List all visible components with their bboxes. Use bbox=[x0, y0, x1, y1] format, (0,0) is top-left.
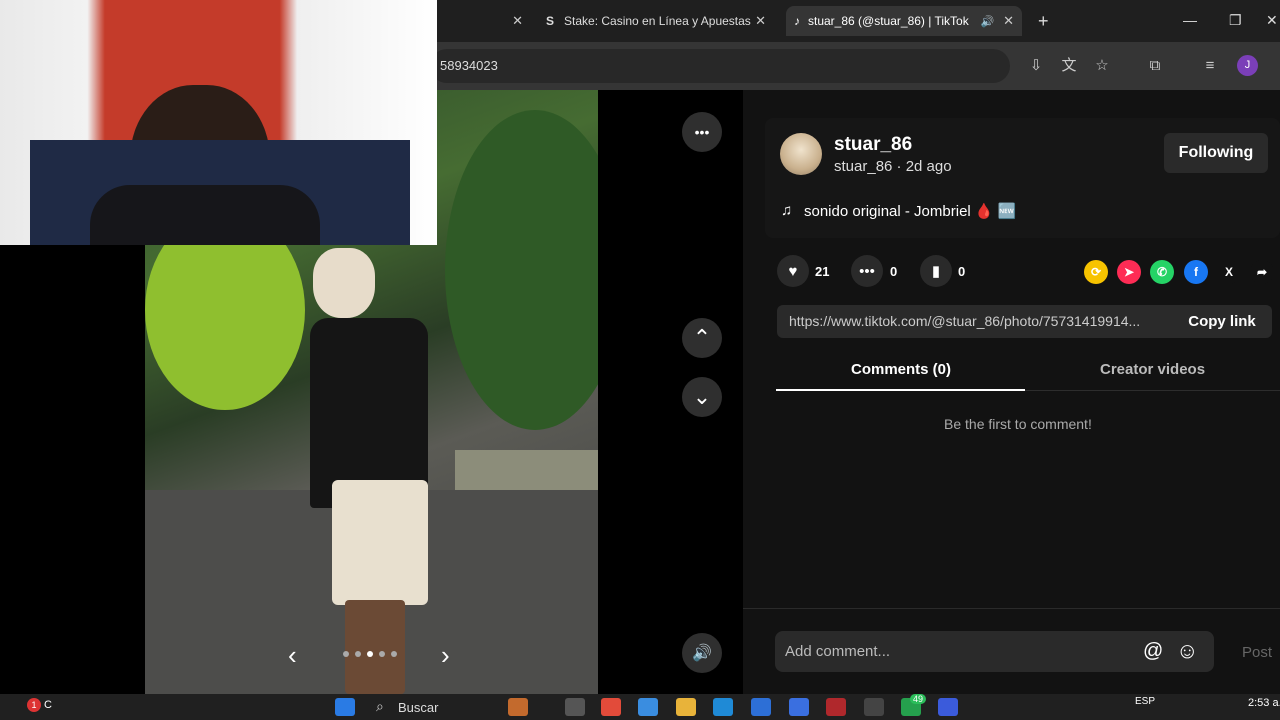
x-share-icon[interactable]: X bbox=[1217, 260, 1241, 284]
comment-bubble-icon: ••• bbox=[859, 262, 875, 280]
weather-label[interactable]: C bbox=[44, 699, 52, 711]
extensions-icon[interactable]: ⧉ bbox=[1145, 56, 1165, 76]
author-username[interactable]: stuar_86 bbox=[834, 134, 912, 156]
comment-button[interactable]: ••• bbox=[851, 255, 883, 287]
send-share-icon[interactable]: ➤ bbox=[1117, 260, 1141, 284]
slide-indicator bbox=[343, 651, 403, 661]
save-button[interactable]: ▮ bbox=[920, 255, 952, 287]
taskbar-app-icon[interactable] bbox=[565, 698, 585, 716]
translate-icon[interactable]: 文 bbox=[1059, 56, 1079, 76]
windows-taskbar: 1 C ⌕ Buscar 49 ESP 2:53 a. bbox=[0, 694, 1280, 720]
prev-slide-icon[interactable]: ‹ bbox=[288, 640, 297, 671]
more-share-share-icon[interactable]: ➦ bbox=[1250, 260, 1274, 284]
heart-icon: ♥ bbox=[788, 262, 798, 280]
author-avatar[interactable] bbox=[780, 133, 822, 175]
new-tab-button[interactable]: + bbox=[1030, 6, 1060, 36]
taskbar-app-icon[interactable] bbox=[638, 698, 658, 716]
tab-close-icon[interactable]: ✕ bbox=[1003, 13, 1014, 29]
taskbar-search-icon[interactable]: ⌕ bbox=[376, 698, 384, 715]
taskbar-app-icon[interactable] bbox=[864, 698, 884, 716]
taskbar-app-icon[interactable] bbox=[789, 698, 809, 716]
like-count: 21 bbox=[815, 264, 830, 279]
media-control-icon[interactable]: ≡ bbox=[1200, 56, 1220, 76]
repost-share-icon[interactable]: ⟳ bbox=[1084, 260, 1108, 284]
like-button[interactable]: ♥ bbox=[777, 255, 809, 287]
person-shorts bbox=[332, 480, 428, 605]
taskbar-app-icon[interactable] bbox=[938, 698, 958, 716]
tab-unnamed[interactable]: ✕ bbox=[437, 6, 531, 36]
store-icon[interactable] bbox=[751, 698, 771, 716]
clock[interactable]: 2:53 a. bbox=[1248, 697, 1280, 709]
taskbar-badge: 49 bbox=[910, 694, 927, 704]
tab-audio-icon[interactable]: 🔊 bbox=[981, 15, 995, 28]
stake-favicon-icon: S bbox=[546, 14, 555, 28]
tab-close-icon[interactable]: ✕ bbox=[755, 13, 766, 29]
post-link-field[interactable]: https://www.tiktok.com/@stuar_86/photo/7… bbox=[777, 305, 1172, 338]
address-bar[interactable]: 58934023 bbox=[430, 49, 1010, 83]
tab-close-icon[interactable]: ✕ bbox=[512, 13, 523, 29]
comment-divider bbox=[743, 608, 1280, 609]
taskbar-app-icon[interactable] bbox=[508, 698, 528, 716]
active-tab-indicator bbox=[776, 389, 1025, 391]
following-button[interactable]: Following bbox=[1164, 133, 1268, 173]
copy-link-button[interactable]: Copy link bbox=[1172, 305, 1272, 338]
profile-avatar[interactable]: J bbox=[1237, 55, 1258, 76]
facebook-share-icon[interactable]: f bbox=[1184, 260, 1208, 284]
slide-dot[interactable] bbox=[355, 651, 361, 657]
taskbar-search-label[interactable]: Buscar bbox=[398, 700, 438, 715]
slide-dot[interactable] bbox=[379, 651, 385, 657]
tab-comments[interactable]: Comments (0) bbox=[851, 361, 951, 378]
bookmark-star-icon[interactable]: ☆ bbox=[1092, 56, 1112, 76]
restore-icon[interactable]: ❐ bbox=[1229, 12, 1242, 29]
chrome-icon[interactable] bbox=[601, 698, 621, 716]
tab-stake[interactable]: S Stake: Casino en Línea y Apuestas ✕ bbox=[538, 6, 774, 36]
author-meta: stuar_86 · 2d ago bbox=[834, 158, 952, 175]
edge-icon[interactable] bbox=[713, 698, 733, 716]
post-comment-button[interactable]: Post bbox=[1242, 644, 1272, 661]
minimize-icon[interactable]: — bbox=[1183, 12, 1197, 28]
webcam-overlay bbox=[0, 0, 437, 245]
slide-dot[interactable] bbox=[367, 651, 373, 657]
slide-dot[interactable] bbox=[343, 651, 349, 657]
sound-link[interactable]: sonido original - Jombriel 🩸 🆕 bbox=[804, 202, 1016, 220]
volume-button[interactable]: 🔊 bbox=[682, 633, 722, 673]
tiktok-favicon-icon: ♪ bbox=[794, 14, 800, 28]
next-slide-icon[interactable]: › bbox=[441, 640, 450, 671]
mention-icon[interactable]: @ bbox=[1143, 640, 1163, 663]
person-legs bbox=[345, 600, 405, 694]
whatsapp-share-icon[interactable]: ✆ bbox=[1150, 260, 1174, 284]
taskbar-app-icon[interactable] bbox=[826, 698, 846, 716]
next-post-button[interactable]: ⌄ bbox=[682, 377, 722, 417]
more-options-button[interactable]: ••• bbox=[682, 112, 722, 152]
emoji-icon[interactable]: ☺ bbox=[1176, 638, 1198, 664]
comment-count: 0 bbox=[890, 264, 898, 279]
start-menu-icon[interactable] bbox=[335, 698, 355, 716]
install-app-icon[interactable]: ⇩ bbox=[1026, 56, 1046, 76]
tab-tiktok[interactable]: ♪ stuar_86 (@stuar_86) | TikTok 🔊 ✕ bbox=[786, 6, 1022, 36]
file-explorer-icon[interactable] bbox=[676, 698, 696, 716]
slide-dot[interactable] bbox=[391, 651, 397, 657]
previous-post-button[interactable]: ⌃ bbox=[682, 318, 722, 358]
tab-tiktok-title: stuar_86 (@stuar_86) | TikTok bbox=[808, 14, 969, 28]
notification-badge: 1 bbox=[27, 698, 41, 712]
person-cap bbox=[313, 248, 375, 318]
empty-comments-text: Be the first to comment! bbox=[944, 416, 1092, 432]
tab-creator-videos[interactable]: Creator videos bbox=[1100, 361, 1205, 378]
window-close-icon[interactable]: ✕ bbox=[1266, 12, 1278, 29]
photo-tree bbox=[445, 110, 598, 430]
save-count: 0 bbox=[958, 264, 966, 279]
music-note-icon: ♫ bbox=[781, 202, 793, 219]
webcam-shirt bbox=[90, 185, 320, 245]
language-indicator[interactable]: ESP bbox=[1135, 696, 1155, 707]
tab-stake-title: Stake: Casino en Línea y Apuestas bbox=[564, 14, 751, 28]
bookmark-icon: ▮ bbox=[931, 263, 941, 280]
comment-placeholder: Add comment... bbox=[785, 643, 891, 660]
photo-curb bbox=[455, 450, 598, 490]
